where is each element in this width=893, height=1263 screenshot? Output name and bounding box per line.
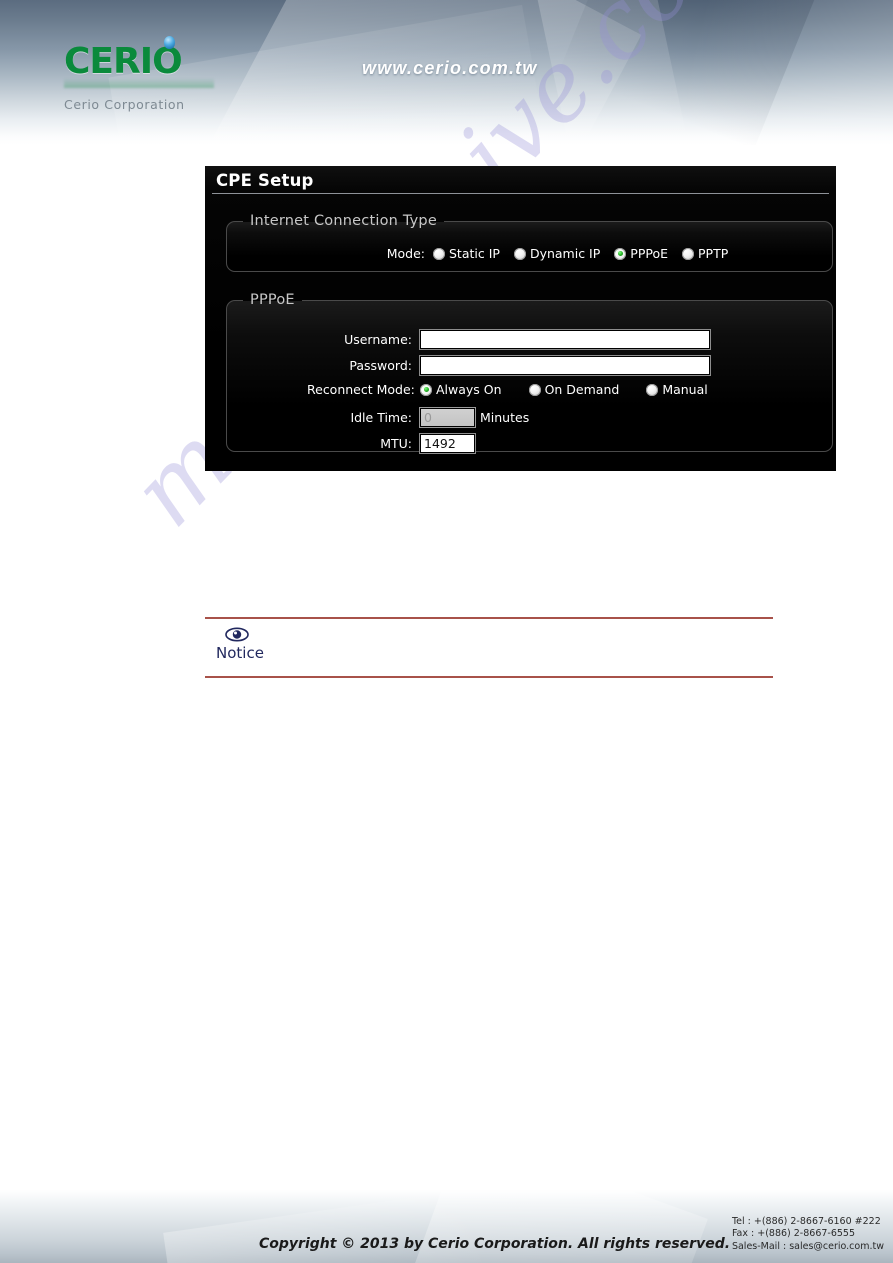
contact-info: Tel : +(886) 2-8667-6160 #222 Fax : +(88… [732,1216,884,1253]
idle-time-label: Idle Time: [350,410,412,425]
page-footer: Copyright © 2013 by Cerio Corporation. A… [0,1190,893,1263]
radio-label: PPTP [698,246,729,261]
radio-label: Manual [662,382,708,397]
contact-fax: Fax : +(886) 2-8667-6555 [731,1228,856,1240]
password-field-row: Password: [307,355,711,376]
idle-time-unit-label: Minutes [480,410,530,425]
radio-label: Static IP [449,246,500,261]
mode-label: Mode: [386,246,425,261]
copyright-text: Copyright © 2013 by Cerio Corporation. A… [259,1236,731,1252]
mode-field-row: Mode: Static IP Dynamic IP PPPoE PPTP [379,246,729,261]
mtu-label: MTU: [380,436,412,451]
radio-static-ip[interactable]: Static IP [433,246,500,261]
logo-reflection [64,78,214,88]
logo-subtitle: Cerio Corporation [64,97,185,112]
title-divider [212,193,829,194]
password-input[interactable] [419,355,711,376]
radio-dot-icon[interactable] [614,247,627,260]
radio-manual[interactable]: Manual [646,382,708,397]
footer-light-streak [163,1190,497,1263]
username-field-row: Username: [307,329,711,350]
radio-label: PPPoE [630,246,668,261]
site-url-text: www.cerio.com.tw [362,58,538,78]
pppoe-section: PPPoE Username: Password: Reconnect Mode… [226,292,833,454]
username-label: Username: [344,332,412,347]
notice-block: Notice [205,617,773,678]
page-title: CPE Setup [216,171,314,190]
radio-label: On Demand [544,382,620,397]
logo-dot-icon [164,36,175,49]
radio-dot-icon[interactable] [528,383,541,396]
radio-label: Dynamic IP [529,246,601,261]
radio-always-on[interactable]: Always On [420,382,502,397]
brand-logo: CERIO Cerio Corporation [64,36,244,112]
logo-wordmark: CERIO [64,41,183,82]
radio-pppoe[interactable]: PPPoE [614,246,668,261]
radio-dot-icon[interactable] [513,247,526,260]
mtu-input[interactable] [419,433,476,454]
radio-on-demand[interactable]: On Demand [528,382,620,397]
radio-dynamic-ip[interactable]: Dynamic IP [513,246,601,261]
pppoe-legend: PPPoE [250,292,295,308]
mode-radio-group[interactable]: Static IP Dynamic IP PPPoE PPTP [433,246,728,261]
contact-sales-mail: Sales-Mail : sales@cerio.com.tw [731,1240,884,1252]
reconnect-mode-label: Reconnect Mode: [307,382,415,397]
idle-time-input[interactable] [419,407,476,428]
radio-dot-icon[interactable] [646,383,659,396]
notice-bottom-rule [205,676,773,678]
password-label: Password: [349,358,412,373]
cpe-setup-panel: CPE Setup Internet Connection Type Mode:… [205,166,836,471]
idle-time-field-row: Idle Time: Minutes [307,407,530,428]
mtu-field-row: MTU: [307,433,476,454]
reconnect-mode-radio-group[interactable]: Always On On Demand Manual [420,382,708,397]
page-header: CERIO Cerio Corporation www.cerio.com.tw [0,0,893,145]
username-input[interactable] [419,329,711,350]
internet-connection-type-legend: Internet Connection Type [250,213,437,229]
radio-dot-icon[interactable] [682,247,694,260]
notice-label: Notice [216,644,264,662]
reconnect-mode-field-row: Reconnect Mode: Always On On Demand Manu… [307,382,708,397]
notice-body: Notice [205,619,773,676]
internet-connection-type-section: Internet Connection Type Mode: Static IP… [226,213,833,272]
radio-dot-icon[interactable] [420,383,432,396]
radio-label: Always On [436,382,502,397]
contact-tel: Tel : +(886) 2-8667-6160 #222 [731,1216,881,1227]
radio-pptp[interactable]: PPTP [682,246,728,261]
radio-dot-icon[interactable] [433,247,445,260]
